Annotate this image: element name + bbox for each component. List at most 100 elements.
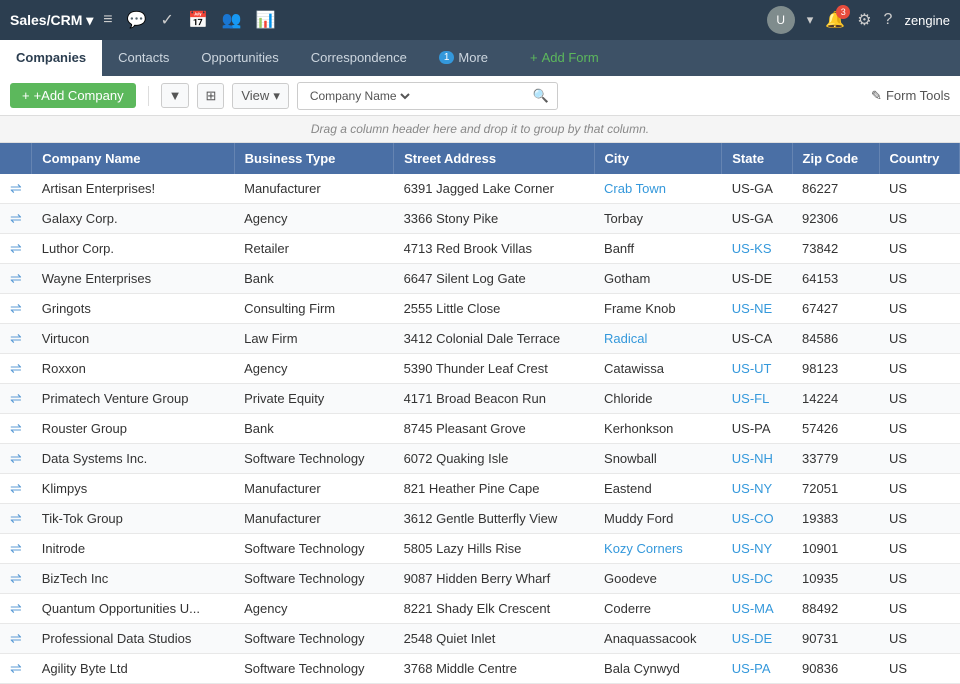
state-link[interactable]: US-DC xyxy=(732,571,773,586)
grid-view-button[interactable]: ⊞ xyxy=(197,83,224,109)
street-address-cell: 6072 Quaking Isle xyxy=(394,444,594,474)
tab-opportunities[interactable]: Opportunities xyxy=(185,40,294,76)
row-expand-icon[interactable]: ⇌ xyxy=(10,300,22,316)
toolbar-divider xyxy=(148,86,149,106)
hamburger-icon[interactable]: ≡ xyxy=(103,11,112,29)
state-link[interactable]: US-NH xyxy=(732,451,773,466)
tab-add-form[interactable]: + Add Form xyxy=(514,40,615,76)
state-link[interactable]: US-NY xyxy=(732,481,772,496)
state-link[interactable]: US-NY xyxy=(732,541,772,556)
country-cell: US xyxy=(879,444,960,474)
chat-icon[interactable]: 💬 xyxy=(127,10,147,30)
row-expand-icon[interactable]: ⇌ xyxy=(10,330,22,346)
row-expand-icon[interactable]: ⇌ xyxy=(10,480,22,496)
row-expand-icon[interactable]: ⇌ xyxy=(10,600,22,616)
view-dropdown[interactable]: View ▾ xyxy=(232,83,288,109)
state-cell: US-DE xyxy=(722,264,792,294)
street-address-cell: 5390 Thunder Leaf Crest xyxy=(394,354,594,384)
add-company-button[interactable]: + +Add Company xyxy=(10,83,136,108)
city-cell: Anaquassacook xyxy=(594,624,722,654)
zip-code-cell: 19383 xyxy=(792,504,879,534)
header-state[interactable]: State xyxy=(722,143,792,174)
table-row: ⇌ Initrode Software Technology 5805 Lazy… xyxy=(0,534,960,564)
state-link[interactable]: US-DE xyxy=(732,631,772,646)
row-expand-icon[interactable]: ⇌ xyxy=(10,570,22,586)
header-city[interactable]: City xyxy=(594,143,722,174)
row-icon-cell: ⇌ xyxy=(0,204,32,234)
header-business-type[interactable]: Business Type xyxy=(234,143,393,174)
row-expand-icon[interactable]: ⇌ xyxy=(10,360,22,376)
city-value: Catawissa xyxy=(604,361,664,376)
state-link[interactable]: US-PA xyxy=(732,661,771,676)
avatar[interactable]: U xyxy=(767,6,795,34)
row-expand-icon[interactable]: ⇌ xyxy=(10,420,22,436)
user-label[interactable]: zengine xyxy=(904,13,950,28)
city-link[interactable]: Crab Town xyxy=(604,181,666,196)
tab-companies[interactable]: Companies xyxy=(0,40,102,76)
street-address-value: 4713 Red Brook Villas xyxy=(404,241,532,256)
row-expand-icon[interactable]: ⇌ xyxy=(10,630,22,646)
city-link[interactable]: Radical xyxy=(604,331,647,346)
row-expand-icon[interactable]: ⇌ xyxy=(10,450,22,466)
city-cell: Gotham xyxy=(594,264,722,294)
settings-icon[interactable]: ⚙ xyxy=(857,10,871,30)
row-expand-icon[interactable]: ⇌ xyxy=(10,210,22,226)
search-input[interactable] xyxy=(413,88,533,103)
company-name-cell: Virtucon xyxy=(32,324,234,354)
company-name-value: Primatech Venture Group xyxy=(42,391,189,406)
chevron-down-icon: ▾ xyxy=(273,88,280,104)
header-company-name[interactable]: Company Name xyxy=(32,143,234,174)
calendar-icon[interactable]: 📅 xyxy=(188,10,208,30)
country-cell: US xyxy=(879,504,960,534)
header-country[interactable]: Country xyxy=(879,143,960,174)
tab-contacts[interactable]: Contacts xyxy=(102,40,185,76)
state-cell: US-GA xyxy=(722,204,792,234)
row-expand-icon[interactable]: ⇌ xyxy=(10,660,22,676)
brand-label[interactable]: Sales/CRM ▾ xyxy=(10,12,93,29)
row-expand-icon[interactable]: ⇌ xyxy=(10,390,22,406)
tab-correspondence[interactable]: Correspondence xyxy=(295,40,423,76)
row-expand-icon[interactable]: ⇌ xyxy=(10,510,22,526)
business-type-value: Law Firm xyxy=(244,331,297,346)
street-address-value: 9087 Hidden Berry Wharf xyxy=(404,571,551,586)
state-link[interactable]: US-MA xyxy=(732,601,774,616)
row-expand-icon[interactable]: ⇌ xyxy=(10,540,22,556)
search-by-select[interactable]: Company Name xyxy=(306,88,413,104)
chevron-down-icon[interactable]: ▾ xyxy=(807,12,814,28)
state-link[interactable]: US-UT xyxy=(732,361,772,376)
company-name-cell: Quantum Opportunities U... xyxy=(32,594,234,624)
reports-icon[interactable]: 📊 xyxy=(256,10,276,30)
filter-button[interactable]: ▼ xyxy=(161,83,190,108)
business-type-cell: Manufacturer xyxy=(234,474,393,504)
contacts-icon[interactable]: 👥 xyxy=(222,10,242,30)
row-expand-icon[interactable]: ⇌ xyxy=(10,270,22,286)
search-icon[interactable]: 🔍 xyxy=(533,88,549,104)
table-row: ⇌ Galaxy Corp. Agency 3366 Stony Pike To… xyxy=(0,204,960,234)
country-value: US xyxy=(889,541,907,556)
notification-bell[interactable]: 🔔 3 xyxy=(825,10,845,30)
header-street-address[interactable]: Street Address xyxy=(394,143,594,174)
row-expand-icon[interactable]: ⇌ xyxy=(10,240,22,256)
zip-code-value: 90731 xyxy=(802,631,838,646)
table-row: ⇌ Quantum Opportunities U... Agency 8221… xyxy=(0,594,960,624)
form-tools-button[interactable]: ✎ Form Tools xyxy=(871,88,950,104)
country-value: US xyxy=(889,181,907,196)
row-expand-icon[interactable]: ⇌ xyxy=(10,180,22,196)
header-zip-code[interactable]: Zip Code xyxy=(792,143,879,174)
zip-code-value: 98123 xyxy=(802,361,838,376)
city-cell: Muddy Ford xyxy=(594,504,722,534)
group-banner: Drag a column header here and drop it to… xyxy=(0,116,960,143)
state-link[interactable]: US-CO xyxy=(732,511,774,526)
state-link[interactable]: US-FL xyxy=(732,391,770,406)
city-link[interactable]: Kozy Corners xyxy=(604,541,683,556)
country-value: US xyxy=(889,241,907,256)
zip-code-cell: 72051 xyxy=(792,474,879,504)
company-name-cell: Gringots xyxy=(32,294,234,324)
zip-code-cell: 73842 xyxy=(792,234,879,264)
help-icon[interactable]: ? xyxy=(884,11,893,29)
state-link[interactable]: US-NE xyxy=(732,301,772,316)
business-type-cell: Bank xyxy=(234,264,393,294)
state-link[interactable]: US-KS xyxy=(732,241,772,256)
tab-more[interactable]: 1 More xyxy=(423,40,504,76)
tasks-icon[interactable]: ✓ xyxy=(161,10,174,30)
